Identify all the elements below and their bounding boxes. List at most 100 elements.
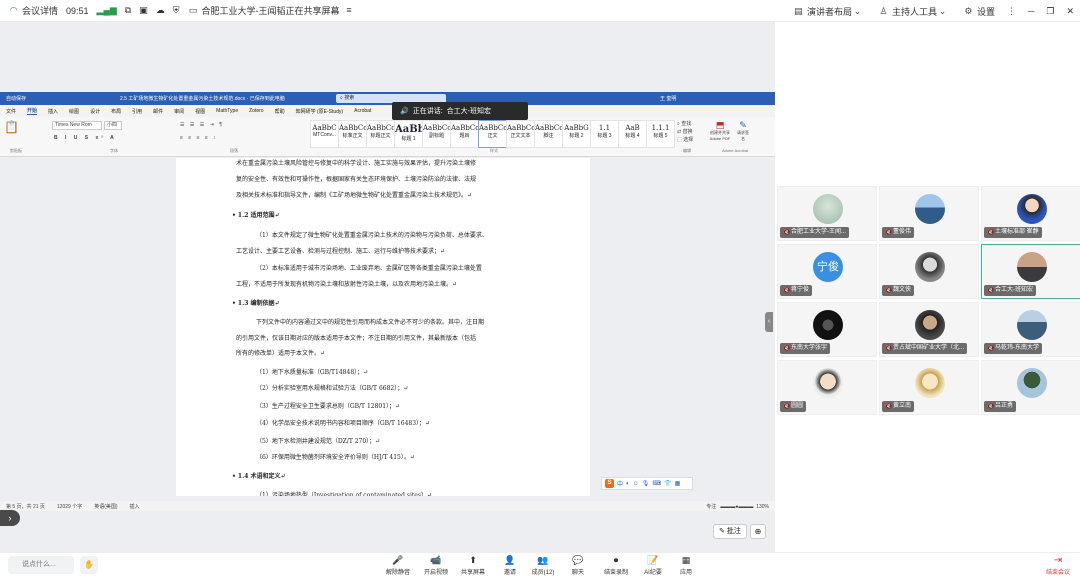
menu-tab[interactable]: 开始 bbox=[27, 107, 38, 115]
menu-tab[interactable]: MathType bbox=[216, 108, 238, 114]
close-icon[interactable]: ✕ bbox=[1066, 6, 1074, 17]
ime-toolbar[interactable]: S 中 ◐ ☺ 🎙 ⌨ 👕 ▦ bbox=[601, 477, 693, 490]
style-item[interactable]: AaBbCcI 标题正文 bbox=[366, 120, 398, 148]
font-format-buttons[interactable]: B I U S x² A bbox=[54, 135, 117, 141]
meeting-control-button[interactable]: ▦ 应用 bbox=[666, 554, 706, 576]
muted-mic-icon: 🔇 bbox=[783, 229, 791, 236]
ime-grid-icon: ▦ bbox=[674, 481, 681, 487]
participant-tile[interactable]: 🔇 魏文侠 bbox=[879, 244, 979, 299]
autosave-label[interactable]: 自动保存 bbox=[6, 95, 26, 102]
participant-tile[interactable]: 🔇 董俊伟 bbox=[879, 186, 979, 241]
meeting-control-button[interactable]: 🎤 解除静音 bbox=[378, 554, 418, 576]
chat-input[interactable]: 说点什么... bbox=[8, 556, 74, 574]
align-buttons[interactable]: ≡ ≡ ≡ ≡ ↕ bbox=[180, 135, 218, 141]
cloud-record-icon[interactable]: ☁ bbox=[156, 5, 165, 16]
muted-mic-icon: 🔇 bbox=[885, 287, 893, 294]
menu-tab[interactable]: 引用 bbox=[132, 108, 142, 115]
presenter-layout-button[interactable]: ▤ 演讲者布局 ⌄ bbox=[793, 5, 866, 18]
menu-icon[interactable]: ≡ bbox=[344, 5, 355, 16]
paragraph-buttons[interactable]: ☰ ☰ ☰ ⇥ ¶ bbox=[180, 122, 224, 128]
styles-group-label: 样式 bbox=[490, 148, 498, 153]
style-item[interactable]: AaBbCcDd 标准正文 bbox=[338, 120, 377, 148]
participant-tile[interactable]: 🔇 合肥工业大学-王闻... bbox=[777, 186, 877, 241]
minimize-icon[interactable]: ─ bbox=[1028, 6, 1034, 16]
host-tools-button[interactable]: ♙ 主持人工具 ⌄ bbox=[878, 5, 951, 18]
select-label: 选择 bbox=[683, 137, 694, 143]
zoom-level[interactable]: 130% bbox=[756, 504, 769, 510]
style-item[interactable]: AaB 标题 4 bbox=[618, 120, 647, 148]
focus-label[interactable]: 专注 bbox=[706, 504, 716, 510]
style-name: 脚注 bbox=[543, 133, 554, 139]
style-item[interactable]: AaBb 标题 1 bbox=[394, 120, 425, 148]
font-size-select[interactable]: 小四 bbox=[104, 121, 122, 130]
style-item[interactable]: AaBbCcI 正文文本 bbox=[506, 120, 538, 148]
menu-tab[interactable]: 邮件 bbox=[153, 108, 163, 115]
menu-tab[interactable]: Zotero bbox=[249, 108, 263, 114]
request-sign-button[interactable]: ✎ 请求签名 bbox=[736, 120, 750, 142]
external-link-icon[interactable]: ⧉ bbox=[125, 5, 131, 16]
participant-tile[interactable]: 🔇 东南大学张宇 bbox=[777, 302, 877, 357]
menu-tab[interactable]: 帮助 bbox=[275, 108, 285, 115]
participant-tile[interactable]: 宁俊 🔇 蒋宁俊 bbox=[777, 244, 877, 299]
participant-tile[interactable]: 🔇 土壤标准部 崔静 bbox=[981, 186, 1080, 241]
meeting-control-button[interactable]: 📹 开启视频 bbox=[416, 554, 456, 576]
participant-tile[interactable]: 🔇 合工大-班知宏 bbox=[981, 244, 1080, 299]
document-page[interactable]: 术在重金属污染土壤风险管控与修复中的科学设计、施工实施与效果评估，提升污染土壤修… bbox=[176, 158, 590, 496]
menu-tab[interactable]: 插入 bbox=[48, 108, 58, 115]
control-icon: ▦ bbox=[681, 555, 691, 565]
menu-tab[interactable]: 绘图 bbox=[69, 108, 79, 115]
style-preview: AaBb bbox=[395, 124, 425, 135]
settings-button[interactable]: ⚙ 设置 bbox=[963, 5, 995, 18]
status-insert[interactable]: 插入 bbox=[130, 503, 140, 510]
paste-icon[interactable]: 📋 bbox=[4, 120, 19, 134]
zoom-icon[interactable]: ⊕ bbox=[750, 524, 766, 539]
select-button[interactable]: ⬚ 选择 bbox=[677, 136, 693, 144]
raise-hand-icon[interactable]: ✋ bbox=[80, 556, 98, 574]
meeting-id-icon[interactable]: ▣ bbox=[139, 5, 148, 16]
meeting-control-button[interactable]: ⬆ 共享屏幕 bbox=[453, 554, 493, 576]
menu-tab[interactable]: 设计 bbox=[90, 108, 100, 115]
style-item[interactable]: AaBbG 标题 2 bbox=[562, 120, 591, 148]
menu-tab[interactable]: 知网研学 (原E-Study) bbox=[296, 108, 344, 115]
collapse-toolbar-icon[interactable]: › bbox=[0, 510, 20, 526]
style-item[interactable]: AaBbCcDi 题目 bbox=[450, 120, 487, 148]
participant-tile[interactable]: 🔇 贾占斌中国矿业大学（北... bbox=[879, 302, 979, 357]
style-item[interactable]: 1.1.1 标题 5 bbox=[646, 120, 675, 148]
meeting-control-button[interactable]: ⏺ 结束录制 bbox=[596, 554, 636, 576]
create-pdf-button[interactable]: ⬒ 创建并共享 Adobe PDF bbox=[706, 120, 734, 142]
style-item[interactable]: 1.1 标题 3 bbox=[590, 120, 619, 148]
replace-button[interactable]: ⇄ 替换 bbox=[677, 128, 693, 136]
menu-tab[interactable]: 视图 bbox=[195, 108, 205, 115]
maximize-icon[interactable]: ❐ bbox=[1046, 6, 1054, 17]
style-name: 正文 bbox=[487, 133, 498, 139]
style-name: 副标题 bbox=[428, 133, 444, 139]
status-page[interactable]: 第 5 页，共 21 页 bbox=[6, 503, 45, 510]
create-pdf-label: 创建并共享 Adobe PDF bbox=[709, 130, 731, 141]
meeting-control-button[interactable]: 💬 聊天 bbox=[558, 554, 598, 576]
annotate-button[interactable]: ✎ 批注 bbox=[713, 524, 747, 539]
style-name: 标题正文 bbox=[370, 133, 391, 139]
find-button[interactable]: ⌕ 查找 bbox=[677, 120, 693, 128]
style-item[interactable]: AaBbCcDi 正文 bbox=[478, 120, 515, 148]
expand-panel-icon[interactable]: ‹ bbox=[765, 312, 773, 332]
pin-icon[interactable]: ⋮ bbox=[1007, 6, 1016, 17]
meeting-info-button[interactable]: ◠ 会议详情 bbox=[8, 4, 58, 17]
menu-tab[interactable]: 审阅 bbox=[174, 108, 184, 115]
leave-meeting-button[interactable]: ⇥ 结束会议 bbox=[1040, 554, 1076, 576]
style-item[interactable]: AaBbCcDi 脚注 bbox=[534, 120, 571, 148]
font-name-select[interactable]: Times New Rom bbox=[52, 121, 102, 130]
layout-icon: ▤ bbox=[794, 5, 803, 16]
menu-tab[interactable]: 布局 bbox=[111, 108, 121, 115]
participant-tile[interactable]: 🔇 吕正勇 bbox=[981, 360, 1080, 415]
style-item[interactable]: AaBbC MTConv... bbox=[310, 120, 339, 148]
menu-tab[interactable]: 文件 bbox=[6, 108, 16, 115]
shield-lock-icon[interactable]: ⛨ bbox=[173, 5, 180, 16]
menu-tab[interactable]: Acrobat bbox=[354, 108, 371, 114]
participant-tile[interactable]: 🔇 圆圆 bbox=[777, 360, 877, 415]
participant-tile[interactable]: 🔇 马乾玮-东南大学 bbox=[981, 302, 1080, 357]
participant-tile[interactable]: 🔇 黄立南 bbox=[879, 360, 979, 415]
meeting-control-button[interactable]: 👥 成员(12) bbox=[523, 554, 563, 576]
style-item[interactable]: AaBbCc 副标题 bbox=[422, 120, 451, 148]
status-lang[interactable]: 英语(美国) bbox=[94, 503, 117, 510]
status-words[interactable]: 12029 个字 bbox=[57, 503, 82, 510]
